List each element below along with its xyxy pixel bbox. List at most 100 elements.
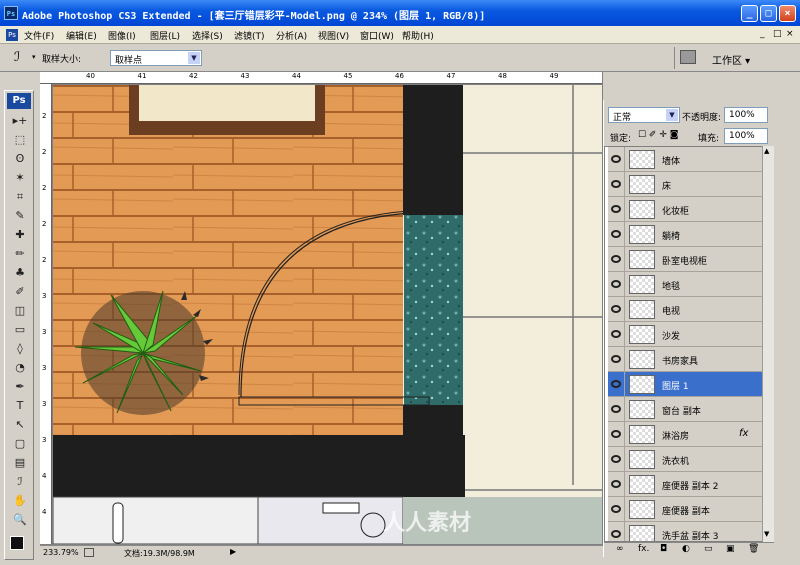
- status-menu-icon[interactable]: [84, 548, 94, 557]
- blend-mode-select[interactable]: 正常 ▼: [608, 107, 680, 123]
- layer-row[interactable]: 卧室电视柜: [608, 247, 762, 272]
- layer-row[interactable]: 淋浴房 fx: [608, 422, 762, 447]
- slice-icon[interactable]: ✎: [11, 208, 29, 224]
- file-browser-icon[interactable]: [680, 50, 696, 64]
- path-select-icon[interactable]: ↖: [11, 417, 29, 433]
- layer-row[interactable]: 躺椅: [608, 222, 762, 247]
- sample-size-select[interactable]: 取样点 ▼: [110, 50, 202, 66]
- eyedropper-tool-icon[interactable]: ℐ: [14, 50, 20, 65]
- layer-row[interactable]: 沙发: [608, 322, 762, 347]
- foreground-color-swatch[interactable]: [10, 536, 24, 550]
- shape-icon[interactable]: ▢: [11, 436, 29, 452]
- eraser-icon[interactable]: ◫: [11, 303, 29, 319]
- brush-icon[interactable]: ✏: [11, 246, 29, 262]
- menu-image[interactable]: 图像(I): [108, 29, 136, 42]
- pen-icon[interactable]: ✒: [11, 379, 29, 395]
- fill-input[interactable]: 100%: [724, 128, 768, 144]
- doc-minimize-button[interactable]: _: [760, 29, 765, 39]
- link-icon[interactable]: ∞: [616, 544, 624, 554]
- image-canvas[interactable]: 人人素材: [53, 85, 602, 544]
- layer-row[interactable]: 窗台 副本: [608, 397, 762, 422]
- menu-select[interactable]: 选择(S): [192, 29, 223, 42]
- eye-icon[interactable]: [611, 280, 621, 288]
- group-icon[interactable]: ▭: [704, 544, 713, 554]
- eye-icon[interactable]: [611, 380, 621, 388]
- stamp-icon[interactable]: ♣: [11, 265, 29, 281]
- blur-icon[interactable]: ◊: [11, 341, 29, 357]
- history-brush-icon[interactable]: ✐: [11, 284, 29, 300]
- layer-row[interactable]: 床: [608, 172, 762, 197]
- vertical-ruler[interactable]: 2 2 2 2 2 3 3 3 3 3 4 4: [40, 84, 52, 544]
- eye-icon[interactable]: [611, 405, 621, 413]
- layer-name: 座便器 副本 2: [662, 482, 719, 492]
- layer-row[interactable]: 墙体: [608, 147, 762, 172]
- crop-icon[interactable]: ⌗: [11, 189, 29, 205]
- doc-restore-button[interactable]: □: [773, 29, 782, 39]
- layer-row[interactable]: 化妆柜: [608, 197, 762, 222]
- layer-row[interactable]: 地毯: [608, 272, 762, 297]
- notes-icon[interactable]: ▤: [11, 455, 29, 471]
- minimize-button[interactable]: _: [741, 5, 758, 22]
- menu-window[interactable]: 窗口(W): [360, 29, 394, 42]
- menu-view[interactable]: 视图(V): [318, 29, 349, 42]
- hand-icon[interactable]: ✋: [11, 493, 29, 509]
- healing-icon[interactable]: ✚: [11, 227, 29, 243]
- new-layer-icon[interactable]: ▣: [726, 544, 735, 554]
- eye-icon[interactable]: [611, 230, 621, 238]
- doc-close-button[interactable]: ×: [786, 29, 794, 39]
- menu-analysis[interactable]: 分析(A): [276, 29, 307, 42]
- gradient-icon[interactable]: ▭: [11, 322, 29, 338]
- eye-icon[interactable]: [611, 530, 621, 538]
- layer-row[interactable]: 座便器 副本 2: [608, 472, 762, 497]
- eye-icon[interactable]: [611, 255, 621, 263]
- photoshop-app-icon[interactable]: Ps: [4, 6, 18, 20]
- eye-icon[interactable]: [611, 180, 621, 188]
- ps-menu-icon[interactable]: Ps: [6, 29, 18, 41]
- horizontal-ruler[interactable]: 40 41 42 43 44 45 46 47 48 49: [40, 72, 602, 84]
- maximize-button[interactable]: □: [760, 5, 777, 22]
- eye-icon[interactable]: [611, 155, 621, 163]
- layer-row[interactable]: 电视: [608, 297, 762, 322]
- type-icon[interactable]: T: [11, 398, 29, 414]
- zoom-level[interactable]: 233.79%: [43, 548, 79, 557]
- layer-row[interactable]: 座便器 副本: [608, 497, 762, 522]
- eye-icon[interactable]: [611, 355, 621, 363]
- marquee-icon[interactable]: ⬚: [11, 132, 29, 148]
- menu-layer[interactable]: 图层(L): [150, 29, 180, 42]
- workspace-button[interactable]: 工作区 ▾: [712, 52, 750, 67]
- menu-file[interactable]: 文件(F): [24, 29, 54, 42]
- scroll-down-icon[interactable]: ▼: [764, 530, 769, 538]
- eye-icon[interactable]: [611, 205, 621, 213]
- scroll-up-icon[interactable]: ▲: [764, 147, 769, 155]
- opacity-input[interactable]: 100%: [724, 107, 768, 123]
- close-button[interactable]: ×: [779, 5, 796, 22]
- magic-wand-icon[interactable]: ✶: [11, 170, 29, 186]
- mask-icon[interactable]: ◘: [660, 544, 667, 554]
- trash-icon[interactable]: 🗑: [748, 544, 759, 554]
- layer-row[interactable]: 洗手盆 副本 3: [608, 522, 762, 541]
- move-icon[interactable]: ▸+: [11, 113, 29, 129]
- tool-preset-arrow-icon[interactable]: ▾: [32, 53, 36, 61]
- fx-icon[interactable]: fx.: [638, 544, 649, 554]
- layer-row[interactable]: 洗衣机: [608, 447, 762, 472]
- eye-icon[interactable]: [611, 505, 621, 513]
- zoom-icon[interactable]: 🔍: [11, 512, 29, 528]
- eye-icon[interactable]: [611, 480, 621, 488]
- status-arrow-icon[interactable]: ▶: [230, 547, 236, 556]
- layer-row[interactable]: 书房家具: [608, 347, 762, 372]
- eye-icon[interactable]: [611, 330, 621, 338]
- layer-row[interactable]: 图层 1: [608, 372, 762, 397]
- layer-list-scrollbar[interactable]: ▲ ▼: [762, 146, 774, 542]
- eyedropper-icon[interactable]: ℐ: [11, 474, 29, 490]
- eye-icon[interactable]: [611, 305, 621, 313]
- menu-edit[interactable]: 编辑(E): [66, 29, 97, 42]
- adjustment-icon[interactable]: ◐: [682, 544, 690, 554]
- dodge-icon[interactable]: ◔: [11, 360, 29, 376]
- menu-help[interactable]: 帮助(H): [402, 29, 434, 42]
- eye-icon[interactable]: [611, 455, 621, 463]
- fx-icon[interactable]: fx: [739, 428, 748, 439]
- eye-icon[interactable]: [611, 430, 621, 438]
- menu-filter[interactable]: 滤镜(T): [234, 29, 265, 42]
- lock-icons[interactable]: ☐ ✐ ✛ ◙: [638, 130, 678, 140]
- lasso-icon[interactable]: ʘ: [11, 151, 29, 167]
